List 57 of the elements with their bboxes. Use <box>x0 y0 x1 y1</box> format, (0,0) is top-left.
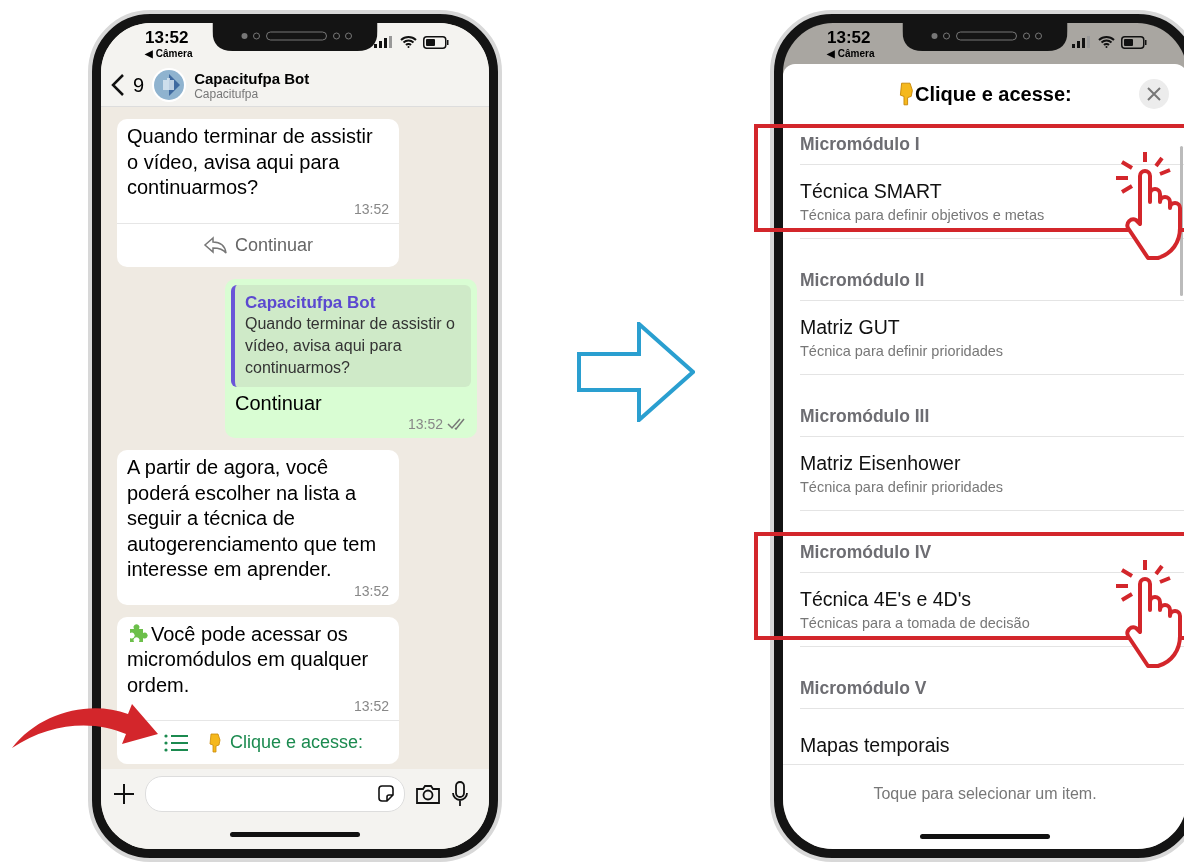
chat-subtitle: Capacitufpa <box>194 86 259 101</box>
option-subtitle: Técnicas para a tomada de decisão <box>800 615 1031 631</box>
sheet-hint: Toque para selecionar um item. <box>783 764 1184 823</box>
wifi-icon <box>400 36 417 48</box>
back-chevron-icon[interactable] <box>111 73 125 97</box>
pointing-hand-icon <box>207 732 222 753</box>
option-title: Matriz Eisenhower <box>800 452 962 475</box>
chat-name: Capacitufpa Bot <box>194 69 310 87</box>
option-title: Matriz GUT <box>800 316 901 339</box>
sheet-title: Clique e acesse: <box>915 82 1072 106</box>
message-text: Você pode acessar os micromódulos em qualquer ordem. <box>126 620 370 698</box>
battery-icon <box>1121 35 1147 49</box>
back-to-app-link[interactable]: ◀ Câmera <box>145 48 193 59</box>
message-time: 13:52 <box>353 698 389 714</box>
option-subtitle: Técnica para definir prioridades <box>800 479 1005 495</box>
close-button[interactable] <box>1139 79 1169 109</box>
message-input-field[interactable] <box>145 776 405 812</box>
reply-arrow-icon <box>202 236 227 254</box>
message-text: A partir de agora, você poderá escolher na lista a seguir a técnica de autogerenciamento que tem interesse em aprender. <box>126 455 378 582</box>
message-text: Continuar <box>234 390 323 416</box>
camera-icon[interactable] <box>415 783 441 805</box>
message-time: 13:52 <box>353 582 389 599</box>
message-time: 13:52 <box>353 200 389 217</box>
status-time: 13:52 <box>145 28 190 48</box>
microphone-icon[interactable] <box>451 781 469 807</box>
list-option[interactable]: Mapas temporais <box>800 709 1184 764</box>
plus-icon[interactable] <box>113 783 135 805</box>
outline-arrow-icon <box>577 322 695 422</box>
signal-icon <box>374 36 394 48</box>
wifi-icon <box>1098 36 1115 48</box>
quoted-message[interactable]: Capacitufpa Bot Quando terminar de assistir o vídeo, avisa aqui para continuarmos? <box>231 284 471 387</box>
avatar-icon[interactable] <box>152 68 187 102</box>
unread-count: 9 <box>133 73 145 97</box>
message-time: 13:52 <box>407 416 443 432</box>
pointing-hand-icon <box>898 82 915 106</box>
battery-icon <box>423 35 449 49</box>
puzzle-piece-icon <box>127 621 149 644</box>
back-to-app-link[interactable]: ◀ Câmera <box>827 48 875 59</box>
section-header: Micromódulo IV <box>800 532 1184 573</box>
list-icon <box>163 733 188 752</box>
section-header: Micromódulo V <box>800 668 1184 709</box>
quote-author: Capacitufpa Bot <box>245 292 377 313</box>
list-option[interactable]: Matriz Eisenhower Técnica para definir prioridades <box>800 437 1184 511</box>
option-subtitle: Técnica para definir prioridades <box>800 343 1005 359</box>
message-text: Quando terminar de assistir o vídeo, avisa aqui para continuarmos? <box>126 124 374 200</box>
option-title: Técnica SMART <box>800 180 943 203</box>
quote-text: Quando terminar de assistir o vídeo, avisa aqui para continuarmos? <box>245 313 456 378</box>
signal-icon <box>1072 36 1092 48</box>
list-option[interactable]: Matriz GUT Técnica para definir prioridades <box>800 301 1184 375</box>
close-icon <box>1147 87 1161 101</box>
sticker-icon[interactable] <box>376 784 396 804</box>
section-header: Micromódulo III <box>800 396 1184 437</box>
status-time: 13:52 <box>827 28 872 48</box>
option-title: Mapas temporais <box>800 734 951 757</box>
option-subtitle: Técnica para definir objetivos e metas <box>800 207 1046 223</box>
quick-reply-button[interactable]: Continuar <box>117 222 399 267</box>
option-title: Técnica 4E's e 4D's <box>800 588 973 611</box>
